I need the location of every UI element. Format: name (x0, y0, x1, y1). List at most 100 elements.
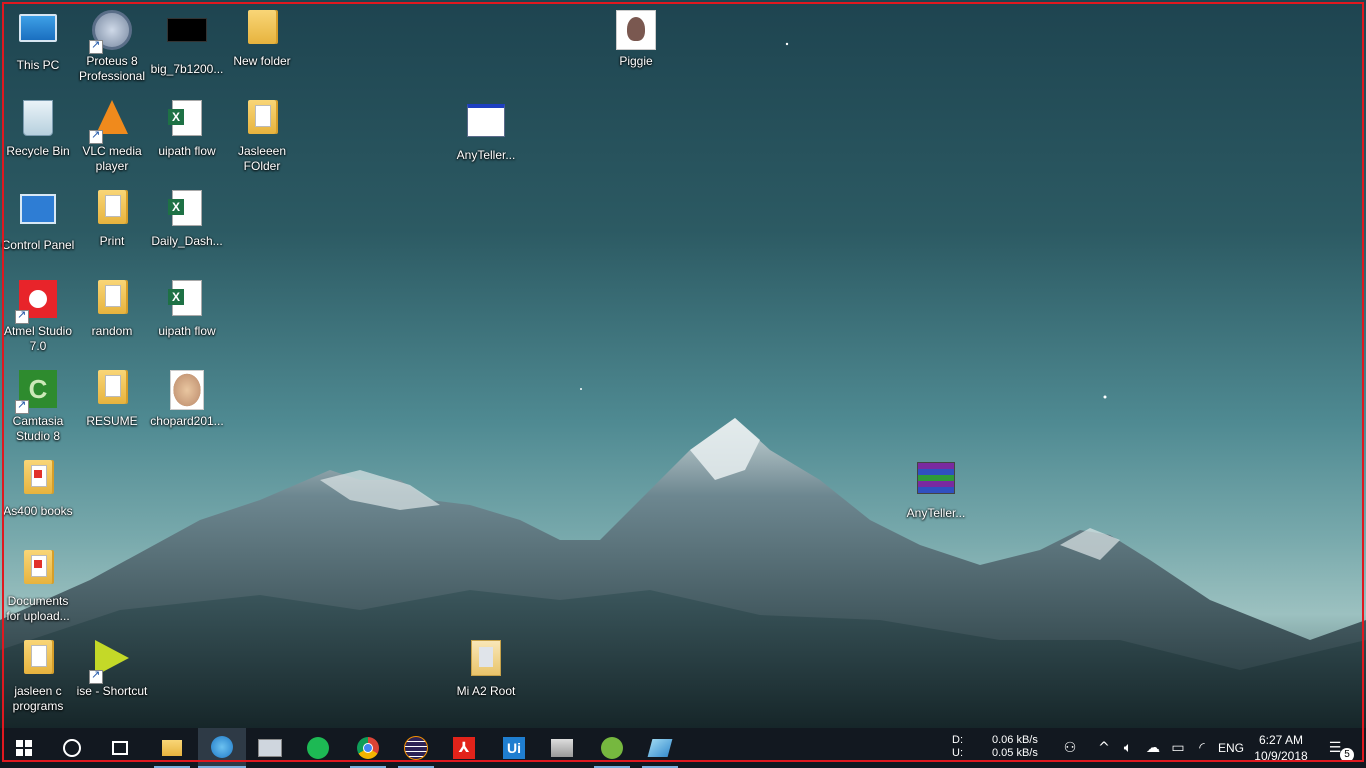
chevron-up-icon: ^ (1098, 740, 1110, 756)
desktop-icon-atmel-studio[interactable]: Atmel Studio 7.0 (0, 276, 76, 354)
cortana-search-button[interactable] (48, 728, 96, 768)
language-button[interactable]: ENG (1216, 728, 1246, 768)
shortcut-arrow-icon (89, 128, 103, 144)
application-window-icon (465, 104, 507, 146)
desktop: This PC Recycle Bin Control Panel Atmel … (0, 0, 1366, 728)
task-view-button[interactable] (96, 728, 144, 768)
file-explorer-icon (162, 740, 182, 756)
taskbar-snipping-tool[interactable] (636, 728, 684, 768)
battery-button[interactable]: ▭ (1168, 728, 1188, 768)
desktop-icon-label: This PC (16, 58, 60, 72)
desktop-icon-proteus[interactable]: Proteus 8 Professional (74, 6, 150, 84)
desktop-icon-as400-books[interactable]: As400 books (0, 456, 76, 519)
taskbar-utorrent[interactable] (588, 728, 636, 768)
desktop-icon-label: big_7b1200... (150, 62, 224, 76)
desktop-icon-label: random (91, 324, 133, 338)
desktop-icon-documents-for-upload[interactable]: Documents for upload... (0, 546, 76, 624)
taskbar-eclipse[interactable] (392, 728, 440, 768)
desktop-icon-label: ise - Shortcut (76, 684, 148, 698)
onedrive-button[interactable]: ☁ (1142, 728, 1164, 768)
taskbar-internet-download-manager[interactable] (198, 728, 246, 768)
proteus-icon (89, 10, 133, 54)
desktop-icon-label: uipath flow (158, 324, 216, 338)
desktop-icon-ise-shortcut[interactable]: ise - Shortcut (74, 636, 150, 699)
show-hidden-icons-button[interactable]: ^ (1094, 728, 1114, 768)
shortcut-arrow-icon (89, 668, 103, 684)
desktop-icon-print[interactable]: Print (74, 186, 150, 249)
desktop-icon-label: AnyTeller... (906, 506, 966, 520)
desktop-icon-label: VLC media player (82, 144, 142, 173)
clock-time: 6:27 AM (1258, 733, 1304, 747)
desktop-icon-mi-a2-root[interactable]: Mi A2 Root (448, 636, 524, 699)
shortcut-arrow-icon (15, 308, 29, 324)
uipath-icon: Ui (503, 737, 525, 759)
wifi-icon: ◜ (1199, 740, 1205, 756)
recycle-bin-icon (17, 100, 59, 142)
desktop-icon-recycle-bin[interactable]: Recycle Bin (0, 96, 76, 159)
taskbar-remote-desktop[interactable] (246, 728, 294, 768)
folder-icon (465, 640, 507, 682)
desktop-icon-label: RESUME (86, 414, 138, 428)
desktop-icon-label: AnyTeller... (456, 148, 516, 162)
volume-button[interactable]: 🔈︎ (1118, 728, 1138, 768)
taskbar-acrobat[interactable]: ⅄ (440, 728, 488, 768)
image-thumbnail-icon (615, 10, 657, 52)
taskbar-uipath[interactable]: Ui (490, 728, 538, 768)
upload-label: U: (952, 747, 963, 759)
spotify-icon (307, 737, 329, 759)
camtasia-icon (15, 370, 59, 414)
desktop-icon-uipath-flow-xlsx[interactable]: uipath flow (149, 96, 225, 159)
network-button[interactable]: ◜ (1192, 728, 1212, 768)
pdf-folder-icon (17, 460, 59, 502)
desktop-icon-label: Documents for upload... (6, 594, 70, 623)
desktop-icon-uipath-flow-csv[interactable]: uipath flow (149, 276, 225, 339)
desktop-icon-label: Daily_Dash... (151, 234, 223, 248)
desktop-icon-piggie[interactable]: Piggie (598, 6, 674, 69)
pdf-folder-icon (17, 550, 59, 592)
net-speed-labels: D: U: (952, 734, 963, 760)
task-view-icon (112, 741, 128, 755)
desktop-icon-jasleen-c-programs[interactable]: jasleen c programs (0, 636, 76, 714)
folder-icon (241, 10, 283, 52)
desktop-icon-vlc[interactable]: VLC media player (74, 96, 150, 174)
atmel-studio-icon (15, 280, 59, 324)
taskbar-spotify[interactable] (294, 728, 342, 768)
desktop-icon-big-image[interactable]: big_7b1200... (149, 6, 225, 77)
desktop-icon-daily-dash[interactable]: Daily_Dash... (149, 186, 225, 249)
speaker-icon: 🔈︎ (1123, 740, 1133, 756)
ise-icon (89, 640, 133, 684)
desktop-icon-random[interactable]: random (74, 276, 150, 339)
desktop-icon-jasleeen-folder[interactable]: Jasleeen FOlder (224, 96, 300, 174)
shortcut-arrow-icon (15, 398, 29, 414)
clock-button[interactable]: 6:27 AM 10/9/2018 (1250, 732, 1312, 764)
taskbar-network-tool[interactable] (538, 728, 586, 768)
excel-csv-icon (166, 280, 208, 322)
desktop-icon-label: New folder (233, 54, 291, 68)
start-button[interactable] (0, 728, 48, 768)
taskbar-file-explorer[interactable] (148, 728, 196, 768)
computer-icon (17, 14, 59, 56)
taskbar-chrome[interactable] (344, 728, 392, 768)
people-button[interactable]: ⚇ (1058, 728, 1082, 768)
download-label: D: (952, 734, 963, 746)
remote-desktop-icon (258, 739, 282, 757)
desktop-icon-label: Atmel Studio 7.0 (3, 324, 73, 353)
desktop-icon-control-panel[interactable]: Control Panel (0, 186, 76, 253)
windows-logo-icon (16, 740, 32, 756)
desktop-icon-label: Control Panel (1, 238, 75, 252)
taskbar: ⅄ Ui D: U: 0.06 kB/s 0.05 kB/s ⚇ ^ 🔈︎ ☁ … (0, 728, 1366, 768)
folder-icon (91, 370, 133, 412)
excel-file-icon (166, 190, 208, 232)
desktop-icon-anyteller-archive[interactable]: AnyTeller... (898, 456, 974, 521)
desktop-icon-label: Print (99, 234, 125, 248)
desktop-icon-label: uipath flow (158, 144, 216, 158)
desktop-icon-chopard[interactable]: chopard201... (149, 366, 225, 429)
desktop-icon-camtasia[interactable]: Camtasia Studio 8 (0, 366, 76, 444)
desktop-icon-label: Jasleeen FOlder (237, 144, 287, 173)
desktop-icon-resume[interactable]: RESUME (74, 366, 150, 429)
desktop-icon-label: chopard201... (150, 414, 224, 428)
action-center-button[interactable]: ☰ 5 (1320, 728, 1354, 768)
desktop-icon-this-pc[interactable]: This PC (0, 6, 76, 73)
desktop-icon-anyteller-app[interactable]: AnyTeller... (448, 96, 524, 163)
desktop-icon-new-folder[interactable]: New folder (224, 6, 300, 69)
